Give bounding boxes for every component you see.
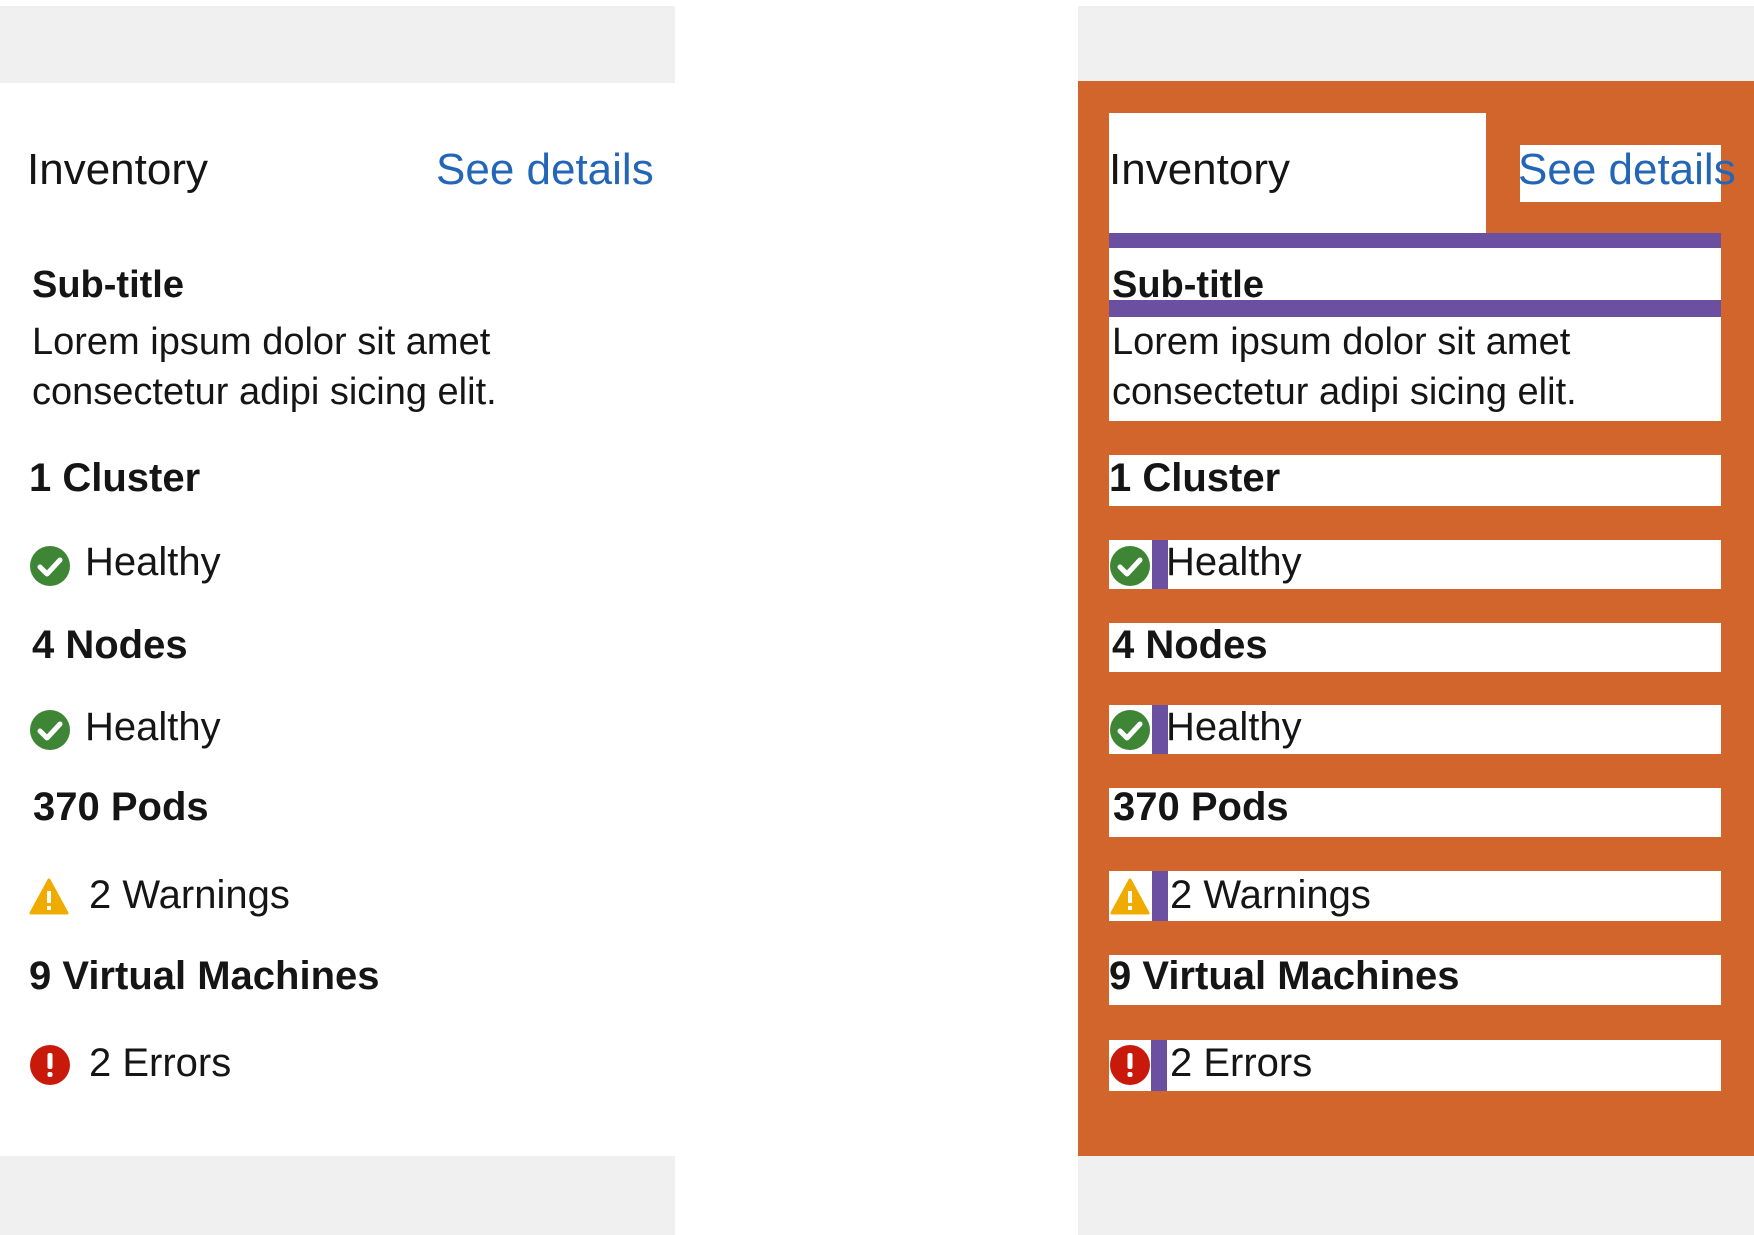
top-band-right [1078, 6, 1754, 81]
check-circle-icon [30, 710, 70, 750]
card-description-line1: Lorem ipsum dolor sit amet [1112, 321, 1571, 363]
warning-triangle-icon [1110, 878, 1150, 915]
cluster-count: 1 Cluster [29, 456, 201, 500]
check-circle-icon [30, 546, 70, 586]
nodes-status: Healthy [1166, 705, 1302, 749]
card-subtitle: Sub-title [1112, 264, 1264, 306]
error-circle-icon [1110, 1045, 1150, 1085]
cluster-status: Healthy [1166, 540, 1302, 584]
cluster-status: Healthy [85, 540, 221, 584]
see-details-link[interactable]: See details [1518, 148, 1736, 192]
card-description-line2: consectetur adipi sicing elit. [32, 371, 497, 413]
check-circle-icon [1110, 710, 1150, 750]
card-subtitle: Sub-title [32, 264, 184, 306]
bottom-band-right [1078, 1156, 1754, 1235]
cluster-count: 1 Cluster [1109, 456, 1281, 500]
icon-gap-bar [1151, 1040, 1167, 1091]
error-circle-icon [30, 1045, 70, 1085]
icon-gap-bar [1152, 871, 1168, 921]
pods-count: 370 Pods [1113, 785, 1289, 829]
gap-bar [1109, 233, 1721, 248]
nodes-status: Healthy [85, 705, 221, 749]
pods-warnings-link[interactable]: 2 Warnings [1170, 875, 1371, 915]
see-details-link[interactable]: See details [436, 148, 654, 192]
check-circle-icon [1110, 546, 1150, 586]
warning-triangle-icon [29, 878, 69, 915]
nodes-count: 4 Nodes [32, 623, 188, 667]
pods-warnings-link[interactable]: 2 Warnings [89, 875, 290, 915]
pods-count: 370 Pods [33, 785, 209, 829]
bottom-band-left [0, 1156, 675, 1235]
card-description-line2: consectetur adipi sicing elit. [1112, 371, 1577, 413]
card-description-line1: Lorem ipsum dolor sit amet [32, 321, 491, 363]
card-title: Inventory [27, 145, 208, 194]
vm-count: 9 Virtual Machines [29, 954, 380, 998]
top-band-left [0, 6, 675, 83]
vm-errors-link[interactable]: 2 Errors [1170, 1043, 1312, 1083]
vm-count: 9 Virtual Machines [1109, 954, 1460, 998]
card-title: Inventory [1109, 145, 1290, 194]
vm-errors-link[interactable]: 2 Errors [89, 1043, 231, 1083]
nodes-count: 4 Nodes [1112, 623, 1268, 667]
